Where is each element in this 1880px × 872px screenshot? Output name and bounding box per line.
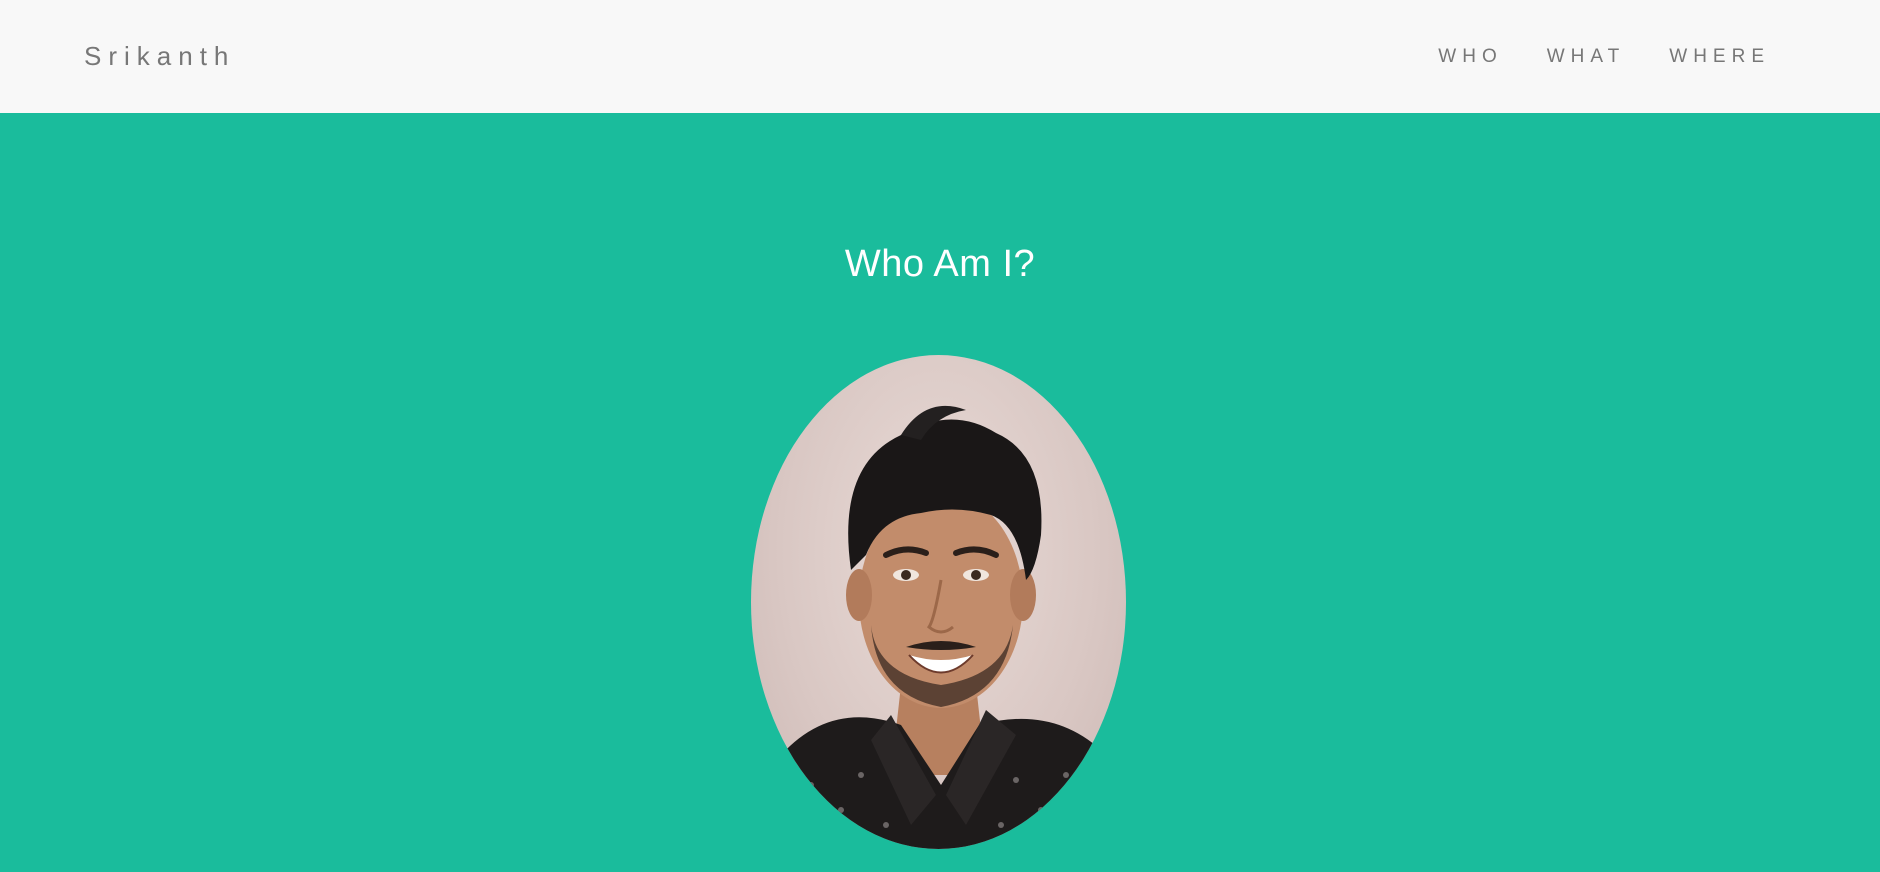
who-section: Who Am I? — [0, 113, 1880, 872]
brand-link[interactable]: Srikanth — [84, 41, 235, 72]
top-navbar: Srikanth WHO WHAT WHERE — [0, 0, 1880, 113]
nav-link-who[interactable]: WHO — [1438, 46, 1502, 68]
nav-link-where[interactable]: WHERE — [1669, 46, 1770, 68]
section-title: Who Am I? — [844, 243, 1036, 285]
profile-photo — [751, 355, 1126, 849]
nav-links: WHO WHAT WHERE — [1394, 46, 1770, 68]
nav-link-what[interactable]: WHAT — [1547, 46, 1626, 68]
portrait-illustration — [761, 405, 1126, 849]
